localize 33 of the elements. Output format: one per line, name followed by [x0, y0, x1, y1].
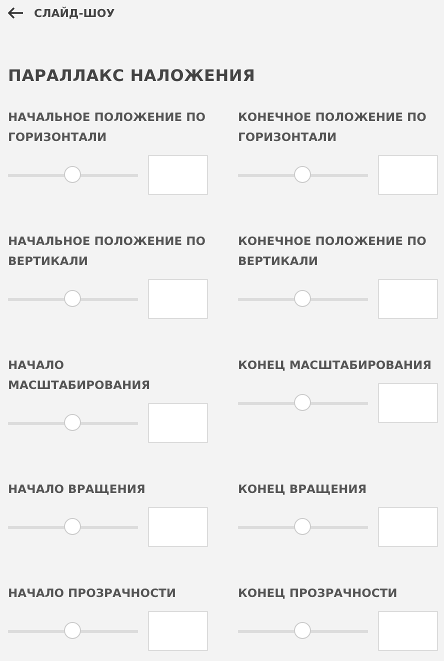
slider-thumb[interactable] [64, 622, 81, 639]
value-field[interactable] [148, 279, 208, 319]
value-field[interactable] [148, 611, 208, 651]
value-field[interactable] [378, 279, 438, 319]
back-icon[interactable] [8, 7, 24, 19]
setting-label: НАЧАЛО МАСШТАБИРОВАНИЯ [8, 357, 152, 394]
slider-thumb[interactable] [64, 518, 81, 535]
section-title: ПАРАЛЛАКС НАЛОЖЕНИЯ [8, 66, 256, 85]
value-field[interactable] [378, 383, 438, 423]
setting-label: НАЧАЛО ВРАЩЕНИЯ [8, 481, 146, 498]
setting-label: КОНЕЦ МАСШТАБИРОВАНИЯ [238, 357, 432, 374]
slider-thumb[interactable] [64, 414, 81, 431]
value-field[interactable] [378, 611, 438, 651]
slider-thumb[interactable] [64, 290, 81, 307]
slider-thumb[interactable] [294, 394, 311, 411]
setting-label: КОНЕЦ ВРАЩЕНИЯ [238, 481, 368, 498]
value-field[interactable] [148, 403, 208, 443]
slider-thumb[interactable] [294, 622, 311, 639]
value-field[interactable] [378, 507, 438, 547]
setting-label: НАЧАЛЬНОЕ ПОЛОЖЕНИЕ ПО ГОРИЗОНТАЛИ [8, 109, 206, 146]
setting-label: НАЧАЛЬНОЕ ПОЛОЖЕНИЕ ПО ВЕРТИКАЛИ [8, 233, 206, 270]
setting-label: КОНЕЧНОЕ ПОЛОЖЕНИЕ ПО ГОРИЗОНТАЛИ [238, 109, 428, 146]
setting-label: КОНЕЧНОЕ ПОЛОЖЕНИЕ ПО ВЕРТИКАЛИ [238, 233, 428, 270]
value-field[interactable] [378, 155, 438, 195]
slider-thumb[interactable] [64, 166, 81, 183]
setting-label: КОНЕЦ ПРОЗРАЧНОСТИ [238, 585, 398, 602]
value-field[interactable] [148, 507, 208, 547]
value-field[interactable] [148, 155, 208, 195]
slider-thumb[interactable] [294, 518, 311, 535]
slider-thumb[interactable] [294, 290, 311, 307]
setting-label: НАЧАЛО ПРОЗРАЧНОСТИ [8, 585, 177, 602]
slider-thumb[interactable] [294, 166, 311, 183]
header-title: СЛАЙД-ШОУ [34, 6, 115, 20]
